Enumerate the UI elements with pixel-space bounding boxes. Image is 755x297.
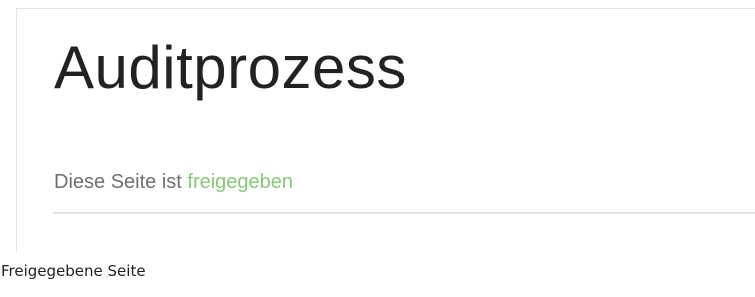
page-preview-frame: Auditprozess Diese Seite ist freigegeben (16, 8, 755, 252)
approval-status-link[interactable]: freigegeben (187, 171, 293, 193)
status-prefix-text: Diese Seite ist (54, 171, 188, 193)
image-caption: Freigegebene Seite (1, 262, 146, 280)
page-title: Auditprozess (54, 34, 407, 101)
divider (53, 212, 755, 214)
approval-status-line: Diese Seite ist freigegeben (54, 169, 293, 195)
